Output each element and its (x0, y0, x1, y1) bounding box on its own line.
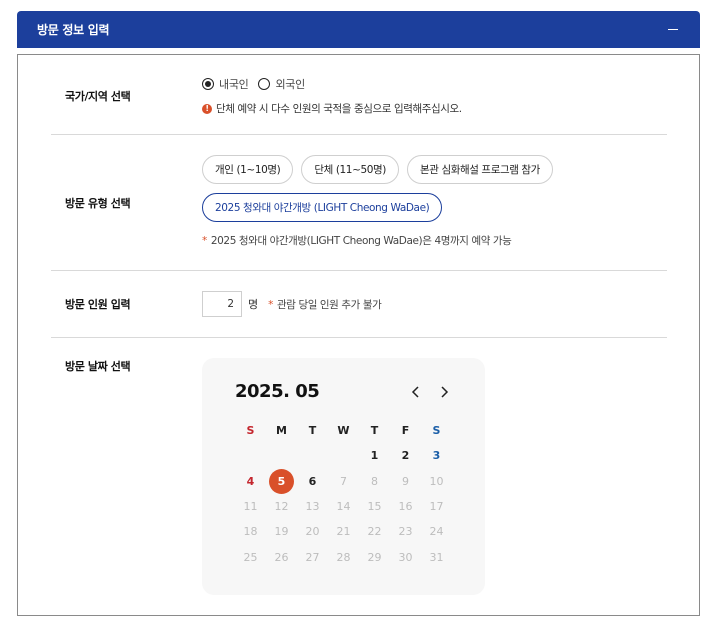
visitors-count-wrap: 명 *관람 당일 인원 추가 불가 (202, 291, 382, 317)
calendar-day: 30 (398, 550, 413, 564)
calendar-day[interactable]: 4 (235, 475, 266, 488)
nationality-radio-group: 내국인 외국인 (202, 76, 462, 92)
calendar-day: 23 (398, 525, 413, 539)
visitors-content: 명 *관람 당일 인원 추가 불가 (202, 291, 382, 317)
calendar-day: 21 (336, 525, 351, 539)
calendar-day: 20 (305, 525, 320, 539)
weekday-label: M (276, 424, 287, 438)
calendar-day: 13 (305, 500, 320, 514)
visitors-label: 방문 인원 입력 (65, 298, 131, 311)
calendar-weekday-row: SMTWTFS (235, 418, 452, 443)
calendar-day: 11 (243, 500, 258, 514)
calendar-week-row: 4 5 6 7 8 9 10 (235, 468, 452, 494)
radio-foreign[interactable]: 외국인 (258, 76, 305, 92)
calendar-day: 14 (336, 500, 351, 514)
calendar-day[interactable]: 6 (297, 475, 328, 488)
calendar-day[interactable]: 1 (359, 449, 390, 462)
visit-type-note-text: 2025 청와대 야간개방(LIGHT Cheong WaDae)은 4명까지 … (210, 235, 512, 247)
calendar-week-row: 25 26 27 28 29 30 31 (235, 544, 452, 569)
calendar-day: 19 (274, 525, 289, 539)
visit-type-content: 개인 (1~10명) 단체 (11~50명) 본관 심화해설 프로그램 참가 2… (202, 155, 553, 248)
calendar-day: 18 (243, 525, 258, 539)
calendar-day: 22 (367, 525, 382, 539)
radio-foreign-circle[interactable] (258, 78, 271, 90)
nationality-label: 국가/지역 선택 (65, 90, 131, 103)
calendar-day: 9 (402, 474, 409, 488)
calendar-day: 25 (243, 550, 258, 564)
weekday-label: T (308, 424, 317, 438)
calendar-day: 8 (371, 474, 378, 488)
visitors-note-text: 관람 당일 인원 추가 불가 (276, 298, 382, 311)
chip-group[interactable]: 단체 (11~50명) (301, 155, 399, 184)
chevron-right-icon[interactable] (436, 382, 452, 402)
divider (51, 134, 667, 135)
nationality-info-text: 단체 예약 시 다수 인원의 국적을 중심으로 입력해주십시오. (216, 103, 462, 115)
section-title: 방문 정보 입력 (37, 23, 110, 37)
calendar-day: 29 (367, 550, 382, 564)
visit-type-chips: 개인 (1~10명) 단체 (11~50명) 본관 심화해설 프로그램 참가 (202, 155, 553, 184)
calendar: 2025. 05 S M T W T F S 1 2 3 4 5 6 7 8 9 10 11 12 13 14 15 16 1… (202, 358, 485, 595)
calendar-day: 7 (340, 474, 347, 488)
divider (51, 337, 667, 338)
visit-date-label: 방문 날짜 선택 (65, 360, 131, 373)
calendar-day: 16 (398, 500, 413, 514)
calendar-day: 31 (429, 550, 444, 564)
calendar-week-row: 18 19 20 21 22 23 24 (235, 519, 452, 544)
weekday-label: S (432, 424, 441, 438)
weekday-label: W (337, 424, 350, 438)
visit-type-note: * 2025 청와대 야간개방(LIGHT Cheong WaDae)은 4명까지… (202, 233, 553, 248)
calendar-day[interactable]: 2 (390, 449, 421, 462)
weekday-label: T (370, 424, 379, 438)
visit-type-chips-row2: 2025 청와대 야간개방 (LIGHT Cheong WaDae) (202, 193, 553, 222)
calendar-day: 12 (274, 500, 289, 514)
calendar-day: 10 (429, 474, 444, 488)
calendar-day: 27 (305, 550, 320, 564)
calendar-day: 17 (429, 500, 444, 514)
visitor-unit: 명 (248, 298, 259, 311)
visitor-count-input[interactable] (202, 291, 242, 317)
radio-domestic[interactable]: 내국인 (202, 76, 249, 92)
calendar-day: 24 (429, 525, 444, 539)
chevron-left-icon[interactable] (408, 382, 424, 402)
radio-domestic-label: 내국인 (219, 78, 249, 91)
calendar-day-selected[interactable]: 5 (266, 468, 297, 494)
calendar-month-title: 2025. 05 (235, 381, 320, 402)
nationality-info: ! 단체 예약 시 다수 인원의 국적을 중심으로 입력해주십시오. (202, 101, 462, 116)
radio-foreign-label: 외국인 (275, 78, 305, 91)
visit-type-label: 방문 유형 선택 (65, 197, 131, 210)
weekday-label: F (401, 424, 410, 438)
chip-night-open[interactable]: 2025 청와대 야간개방 (LIGHT Cheong WaDae) (202, 193, 443, 222)
divider (51, 270, 667, 271)
calendar-day: 26 (274, 550, 289, 564)
note-star: * (268, 298, 273, 311)
calendar-week-row: 123 (235, 443, 452, 468)
calendar-week-row: 11 12 13 14 15 16 17 (235, 494, 452, 519)
visitors-note: * 관람 당일 인원 추가 불가 (268, 297, 382, 312)
visit-info-panel: 국가/지역 선택 내국인 외국인 ! 단체 예약 시 다수 인원의 국적을 중심… (17, 54, 700, 616)
weekday-label: S (246, 424, 255, 438)
nationality-content: 내국인 외국인 ! 단체 예약 시 다수 인원의 국적을 중심으로 입력해주십시… (202, 76, 462, 116)
section-header[interactable]: 방문 정보 입력 (17, 11, 700, 48)
calendar-day: 28 (336, 550, 351, 564)
calendar-grid: S M T W T F S 1 2 3 4 5 6 7 8 9 10 11 12 13 14 15 16 17 18 19 20 21… (235, 418, 452, 570)
chip-program[interactable]: 본관 심화해설 프로그램 참가 (407, 155, 553, 184)
calendar-day[interactable]: 3 (421, 449, 452, 462)
note-star: * (202, 235, 207, 247)
calendar-day: 15 (367, 500, 382, 514)
collapse-icon[interactable] (666, 23, 680, 37)
chip-individual[interactable]: 개인 (1~10명) (202, 155, 294, 184)
info-icon: ! (202, 103, 212, 114)
radio-domestic-circle[interactable] (202, 78, 214, 90)
